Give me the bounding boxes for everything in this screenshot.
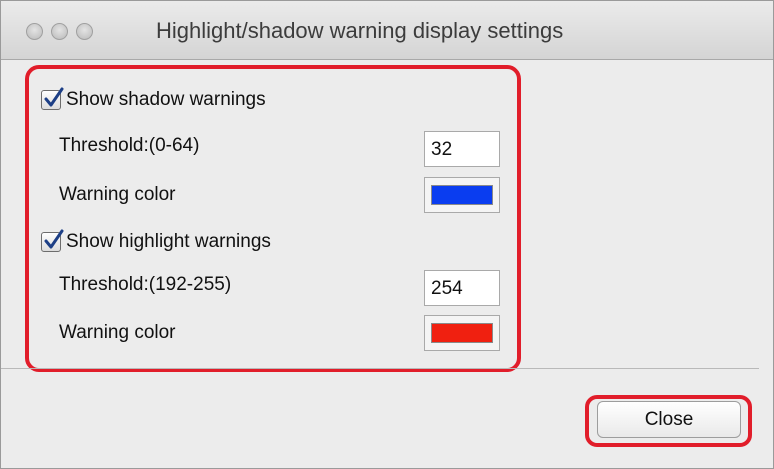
- highlight-color-swatch: [431, 323, 493, 343]
- shadow-color-label: Warning color: [59, 184, 176, 205]
- settings-panel: Show shadow warnings Threshold:(0-64) 32…: [1, 60, 773, 468]
- title-bar: Highlight/shadow warning display setting…: [1, 1, 773, 60]
- checkmark-icon: [44, 229, 64, 249]
- shadow-color-button[interactable]: [424, 177, 500, 213]
- highlight-warnings-label: Show highlight warnings: [66, 231, 271, 252]
- highlight-warnings-checkbox[interactable]: [41, 229, 64, 252]
- highlight-threshold-input[interactable]: 254: [424, 270, 500, 306]
- highlight-color-label: Warning color: [59, 322, 176, 343]
- shadow-threshold-label: Threshold:(0-64): [59, 135, 200, 156]
- zoom-window-icon[interactable]: [76, 23, 93, 40]
- shadow-warnings-label: Show shadow warnings: [66, 89, 266, 110]
- window-title: Highlight/shadow warning display setting…: [156, 18, 564, 43]
- shadow-warnings-checkbox[interactable]: [41, 87, 64, 110]
- shadow-warnings-checkbox-row[interactable]: Show shadow warnings: [41, 87, 266, 111]
- checkmark-icon: [44, 87, 64, 107]
- divider: [1, 368, 759, 369]
- highlight-color-button[interactable]: [424, 315, 500, 351]
- close-window-icon[interactable]: [26, 23, 43, 40]
- highlight-warnings-checkbox-row[interactable]: Show highlight warnings: [41, 229, 271, 253]
- highlight-threshold-label: Threshold:(192-255): [59, 274, 232, 295]
- settings-window: Highlight/shadow warning display setting…: [0, 0, 774, 469]
- close-button[interactable]: Close: [597, 401, 741, 438]
- minimize-window-icon[interactable]: [51, 23, 68, 40]
- shadow-color-swatch: [431, 185, 493, 205]
- shadow-threshold-input[interactable]: 32: [424, 131, 500, 167]
